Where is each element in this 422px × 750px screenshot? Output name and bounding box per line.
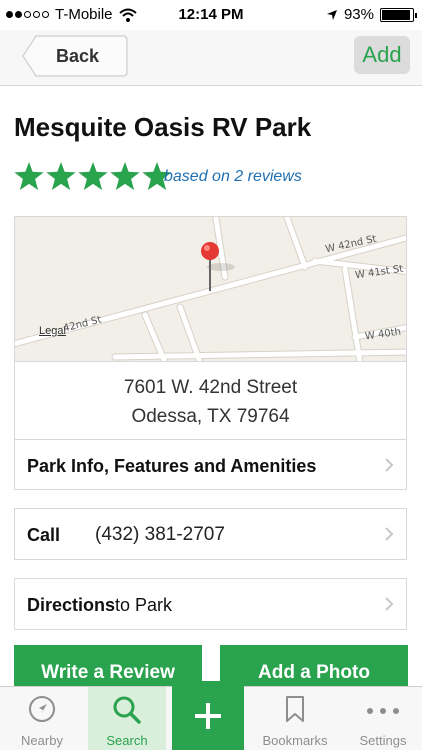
- plus-icon: [195, 703, 221, 729]
- address-line-2: Odessa, TX 79764: [131, 406, 290, 427]
- star-icon: [14, 162, 44, 190]
- add-photo-button[interactable]: Add a Photo: [220, 645, 408, 691]
- address-block: 7601 W. 42nd Street Odessa, TX 79764: [15, 373, 406, 431]
- tab-label: Search: [106, 733, 148, 748]
- battery-icon: [380, 7, 417, 22]
- tab-settings[interactable]: Settings: [344, 687, 422, 750]
- tab-label: Settings: [359, 733, 407, 748]
- map-pin-icon: [201, 242, 219, 291]
- tab-label: Bookmarks: [262, 733, 328, 748]
- battery-fill: [382, 9, 410, 20]
- add-button[interactable]: Add: [354, 36, 410, 74]
- star-icon: [110, 162, 140, 190]
- more-icon: [367, 708, 399, 714]
- bookmark-icon: [286, 696, 304, 722]
- location-arrow-icon: [326, 9, 337, 20]
- directions-row[interactable]: Directionsto Park: [14, 578, 407, 630]
- call-row[interactable]: Call (432) 381-2707: [14, 508, 407, 560]
- park-info-row[interactable]: Park Info, Features and Amenities: [15, 439, 406, 491]
- star-icon: [78, 162, 108, 190]
- phone-number: (432) 381-2707: [95, 524, 225, 545]
- back-button[interactable]: Back: [22, 35, 128, 77]
- status-right: 93%: [326, 6, 417, 23]
- chevron-right-icon: [385, 458, 394, 472]
- star-icon: [46, 162, 76, 190]
- back-button-label: Back: [56, 46, 100, 66]
- reviews-link[interactable]: based on 2 reviews: [164, 168, 302, 186]
- status-bar: T-Mobile 12:14 PM 93%: [0, 0, 422, 30]
- tab-search[interactable]: Search: [88, 687, 166, 750]
- page-title: Mesquite Oasis RV Park: [14, 112, 312, 142]
- battery-percent: 93%: [343, 6, 374, 23]
- call-label: Call: [27, 525, 61, 545]
- location-card: W 42nd St W 41st St 42nd St W 40th Legal…: [14, 216, 407, 490]
- park-info-label: Park Info, Features and Amenities: [27, 456, 317, 476]
- tab-nearby[interactable]: Nearby: [0, 687, 84, 750]
- map-view[interactable]: W 42nd St W 41st St 42nd St W 40th Legal: [15, 217, 406, 362]
- chevron-right-icon: [385, 527, 394, 541]
- compass-icon: [29, 696, 55, 722]
- navigation-bar: Back Add: [0, 30, 422, 86]
- directions-rest: to Park: [115, 595, 173, 615]
- tab-bar: Nearby Search Bookmarks Settings: [0, 681, 422, 750]
- star-rating: [14, 162, 172, 190]
- directions-bold: Directions: [27, 595, 116, 615]
- tab-add[interactable]: [172, 681, 244, 750]
- search-icon: [113, 696, 141, 724]
- chevron-right-icon: [385, 597, 394, 611]
- map-legal-link[interactable]: Legal: [39, 325, 66, 337]
- address-line-1: 7601 W. 42nd Street: [123, 377, 298, 398]
- tab-label: Nearby: [21, 733, 63, 748]
- tab-bookmarks[interactable]: Bookmarks: [250, 687, 340, 750]
- directions-text: Directionsto Park: [27, 595, 172, 616]
